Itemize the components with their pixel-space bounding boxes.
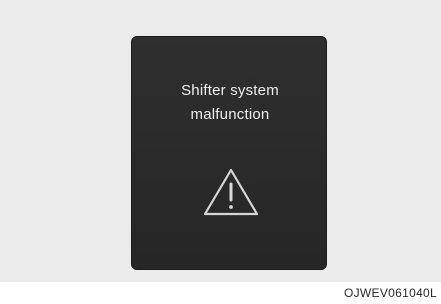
warning-triangle-icon — [203, 168, 259, 216]
cluster-warning-display: Shifter system malfunction — [131, 36, 327, 270]
warning-message: Shifter system malfunction — [132, 79, 328, 127]
warning-message-line-1: Shifter system — [181, 82, 279, 99]
warning-message-line-2: malfunction — [190, 106, 270, 123]
figure-code-label: OJWEV061040L — [344, 286, 437, 300]
